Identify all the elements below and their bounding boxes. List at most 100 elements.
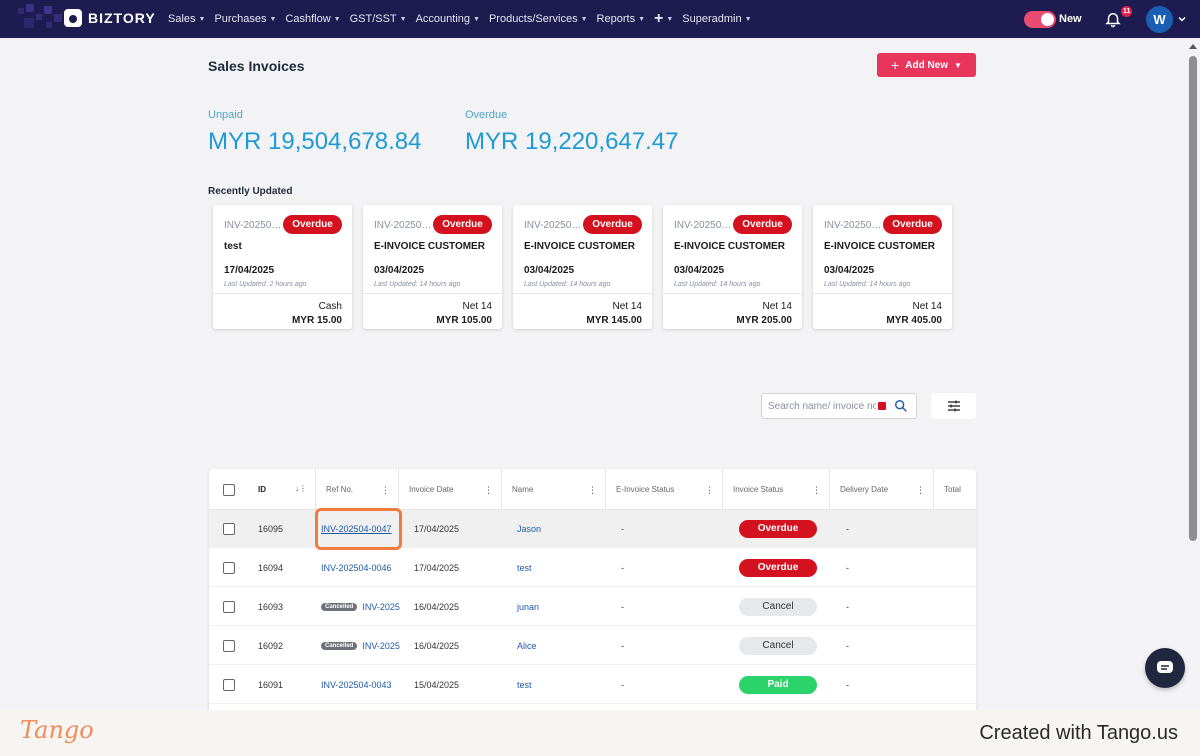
row-customer-name[interactable]: test [517, 549, 532, 587]
column-header-label: Invoice Date [409, 485, 454, 494]
row-checkbox[interactable] [223, 679, 235, 691]
row-checkbox[interactable] [223, 523, 235, 535]
row-customer-name-text[interactable]: Alice [517, 641, 537, 651]
card-amount: MYR 105.00 [436, 315, 492, 326]
invoice-status-badge: Cancel [739, 637, 817, 655]
input-marker-icon [878, 402, 886, 410]
new-ui-toggle[interactable] [1024, 11, 1056, 28]
invoice-status-badge: Overdue [739, 520, 817, 538]
row-ref-link[interactable]: Cancelled INV-2025 [321, 588, 400, 626]
scroll-up-icon[interactable] [1189, 44, 1197, 49]
row-checkbox[interactable] [223, 562, 235, 574]
card-invoice-no: INV-202504-0010 [374, 220, 434, 231]
row-ref-text[interactable]: INV-2025 [362, 641, 400, 651]
menu-item-cashflow[interactable]: Cashflow ▼ [285, 13, 340, 25]
card-last-updated: Last Updated: 14 hours ago [524, 281, 611, 288]
page-scrollbar[interactable] [1186, 38, 1200, 710]
recent-invoice-card[interactable]: INV-202504-0008Overdue E-INVOICE CUSTOMER… [663, 205, 802, 329]
recent-invoice-card[interactable]: INV-202504-0009Overdue E-INVOICE CUSTOMER… [513, 205, 652, 329]
sliders-icon [947, 400, 960, 412]
column-menu-icon[interactable]: ⋮ [812, 485, 821, 496]
row-customer-name-text[interactable]: test [517, 680, 532, 690]
table-row[interactable]: 16094 INV-202504-0046 17/04/2025 test - Overd… [209, 549, 976, 587]
row-customer-name-text[interactable]: Jason [517, 524, 541, 534]
row-customer-name[interactable]: test [517, 666, 532, 704]
select-all-checkbox[interactable] [223, 484, 235, 496]
card-customer-name: test [224, 241, 242, 252]
column-menu-icon[interactable]: ⋮ [381, 485, 390, 496]
menu-item-sales[interactable]: Sales ▼ [168, 13, 205, 25]
table-row[interactable]: 16091 INV-202504-0043 15/04/2025 test - Paid - [209, 666, 976, 704]
card-invoice-no: INV-202504-0007 [824, 220, 884, 231]
card-date: 03/04/2025 [824, 265, 875, 276]
row-customer-name[interactable]: junan [517, 588, 539, 626]
menu-item-reports[interactable]: Reports ▼ [597, 13, 645, 25]
row-ref-link[interactable]: Cancelled INV-2025 [321, 627, 400, 665]
filter-settings-button[interactable] [931, 393, 976, 419]
column-menu-icon[interactable]: ⋮ [588, 485, 597, 496]
row-invoice-date-text: 17/04/2025 [414, 524, 460, 534]
row-delivery-date: - [846, 666, 849, 704]
brand-logo[interactable]: BIZTORY [64, 9, 156, 27]
column-header-name[interactable]: Name ⋮ [502, 469, 606, 510]
overdue-value: MYR 19,220,647.47 [465, 128, 679, 155]
row-ref-link[interactable]: INV-202504-0046 [321, 549, 392, 587]
invoice-status-badge: Paid [739, 676, 817, 694]
column-menu-icon[interactable]: ⋮ [916, 485, 925, 496]
search-icon[interactable] [894, 399, 908, 413]
chevron-down-icon: ▼ [638, 15, 646, 23]
menu-item-products-services[interactable]: Products/Services ▼ [489, 13, 588, 25]
menu-item-plus[interactable]: + ▼ [654, 10, 673, 28]
column-header-invoice-status[interactable]: Invoice Status ⋮ [723, 469, 830, 510]
menu-item-purchases[interactable]: Purchases ▼ [214, 13, 276, 25]
chat-button[interactable] [1145, 648, 1185, 688]
row-customer-name-text[interactable]: test [517, 563, 532, 573]
recent-invoice-card[interactable]: INV-202504-0047Overdue test 17/04/2025 Last… [213, 205, 352, 329]
row-customer-name[interactable]: Alice [517, 627, 537, 665]
scroll-thumb[interactable] [1189, 56, 1197, 541]
bell-icon[interactable] [1104, 10, 1122, 28]
chevron-down-icon[interactable] [1177, 14, 1187, 24]
row-ref-link[interactable]: INV-202504-0043 [321, 666, 392, 704]
table-row[interactable]: 16093 Cancelled INV-2025 16/04/2025 junan - Ca… [209, 588, 976, 626]
search-box[interactable] [761, 393, 917, 419]
chevron-down-icon: ▼ [580, 15, 588, 23]
add-new-button[interactable]: + Add New ▼ [877, 53, 976, 77]
column-header-id[interactable]: ID ↓⋮ [246, 469, 316, 510]
row-checkbox[interactable] [223, 640, 235, 652]
card-customer-name: E-INVOICE CUSTOMER [674, 241, 785, 252]
row-ref-text[interactable]: INV-202504-0046 [321, 563, 392, 573]
column-menu-icon[interactable]: ⋮ [484, 485, 493, 496]
table-row[interactable]: 16092 Cancelled INV-2025 16/04/2025 Alice - Ca… [209, 627, 976, 665]
row-checkbox[interactable] [223, 601, 235, 613]
column-header-invoice-date[interactable]: Invoice Date ⋮ [399, 469, 502, 510]
logo-pixel-decoration [18, 4, 66, 34]
card-payment-term: Net 14 [612, 301, 642, 312]
cancelled-tag: Cancelled [321, 603, 358, 611]
column-header-ref-no[interactable]: Ref No. ⋮ [316, 469, 399, 510]
menu-item-label: GST/SST [349, 13, 397, 25]
row-einvoice-status-text: - [621, 641, 624, 651]
column-menu-icon[interactable]: ⋮ [705, 485, 714, 496]
menu-item-superadmin[interactable]: Superadmin ▼ [682, 13, 751, 25]
column-header-delivery-date[interactable]: Delivery Date ⋮ [830, 469, 934, 510]
column-header-total[interactable]: Total [934, 469, 976, 510]
chevron-down-icon: ▼ [399, 15, 407, 23]
search-input[interactable] [768, 398, 876, 414]
column-header-label: ID [258, 485, 266, 494]
recent-invoice-card[interactable]: INV-202504-0007Overdue E-INVOICE CUSTOMER… [813, 205, 952, 329]
avatar[interactable]: W [1146, 6, 1173, 33]
menu-item-accounting[interactable]: Accounting ▼ [416, 13, 480, 25]
recent-invoice-card[interactable]: INV-202504-0010Overdue E-INVOICE CUSTOMER… [363, 205, 502, 329]
menu-item-gst-sst[interactable]: GST/SST ▼ [350, 13, 407, 25]
row-customer-name-text[interactable]: junan [517, 602, 539, 612]
card-amount: MYR 145.00 [586, 315, 642, 326]
row-id-text: 16094 [258, 563, 284, 573]
row-customer-name[interactable]: Jason [517, 510, 541, 548]
row-ref-text[interactable]: INV-2025 [362, 602, 400, 612]
card-status-badge: Overdue [583, 215, 642, 234]
column-header-e-invoice-status[interactable]: E-Invoice Status ⋮ [606, 469, 723, 510]
sort-icon[interactable]: ↓⋮ [295, 484, 307, 493]
row-ref-text[interactable]: INV-202504-0043 [321, 680, 392, 690]
card-date: 03/04/2025 [374, 265, 425, 276]
